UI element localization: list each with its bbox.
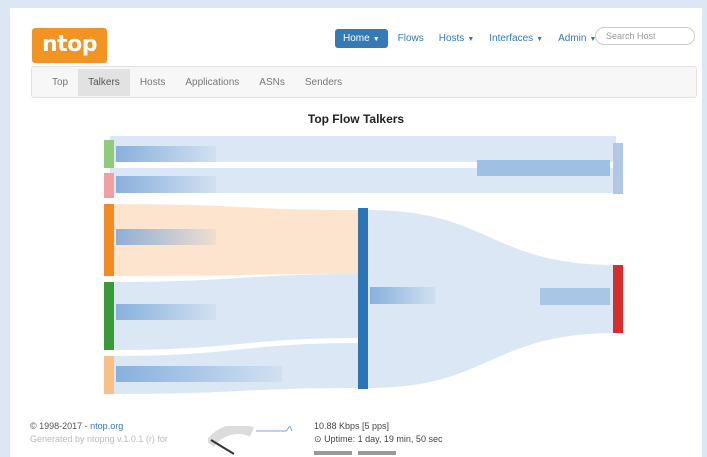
clock-icon: ⊙ [314,434,322,444]
chevron-down-icon: ▼ [536,35,544,43]
node-label [116,146,216,162]
node-label [116,304,216,320]
nav-admin-label: Admin [558,32,587,44]
nav-admin[interactable]: Admin ▼ [558,33,596,44]
nav-interfaces[interactable]: Interfaces ▼ [489,33,543,44]
nav-flows[interactable]: Flows [398,33,424,44]
alert-badge[interactable] [358,450,396,455]
node-label [116,229,216,245]
node-label [370,287,436,304]
tab-asns[interactable]: ASNs [249,69,295,96]
nav-hosts[interactable]: Hosts ▼ [439,33,475,44]
tab-applications[interactable]: Applications [175,69,249,96]
nav-interfaces-label: Interfaces [489,32,534,44]
tab-senders[interactable]: Senders [295,69,352,96]
footer-info: © 1998-2017 - ntop.org Generated by ntop… [30,420,168,446]
main-nav: Home ▼ Flows Hosts ▼ Interfaces ▼ Admin ▼ [335,28,611,48]
node-label [116,176,216,193]
ntop-logo[interactable]: ntop [32,28,107,63]
tab-talkers[interactable]: Talkers [78,68,130,96]
tab-hosts[interactable]: Hosts [130,69,176,96]
sankey-node[interactable] [104,140,114,168]
generated-by-text: Generated by ntopng v.1.0.1 (r) for [30,434,168,444]
node-label [540,288,610,305]
page: ntop Home ▼ Flows Hosts ▼ Interfaces ▼ Admi… [10,8,702,457]
sankey-node[interactable] [104,282,114,350]
sankey-node[interactable] [358,208,368,389]
node-label [116,366,282,382]
sankey-node[interactable] [613,143,623,194]
sankey-node[interactable] [104,204,114,276]
sankey-node[interactable] [613,265,623,333]
uptime-text: Uptime: 1 day, 19 min, 50 sec [324,434,443,444]
throughput-text: 10.88 Kbps [5 pps] [314,421,390,431]
nav-hosts-label: Hosts [438,32,465,44]
search-host-input[interactable]: Search Host [595,27,695,45]
tab-bar: Top Talkers Hosts Applications ASNs Send… [31,66,697,98]
alert-badge[interactable] [314,450,352,455]
status-info: 10.88 Kbps [5 pps] ⊙ Uptime: 1 day, 19 m… [314,420,442,457]
node-label [477,160,610,176]
chart-title: Top Flow Talkers [307,112,405,126]
nav-home-label: Home [343,32,370,44]
chevron-down-icon: ▼ [467,35,475,43]
tab-top[interactable]: Top [42,69,78,96]
nav-flows-label: Flows [397,32,424,44]
throughput-gauge [208,426,293,455]
nav-home[interactable]: Home ▼ [335,28,388,48]
copyright-text: © 1998-2017 - [30,421,91,431]
sankey-diagram [104,136,623,394]
sankey-node[interactable] [104,173,114,198]
chevron-down-icon: ▼ [372,35,380,43]
sankey-node[interactable] [104,356,114,394]
ntop-org-link[interactable]: ntop.org [90,421,123,431]
